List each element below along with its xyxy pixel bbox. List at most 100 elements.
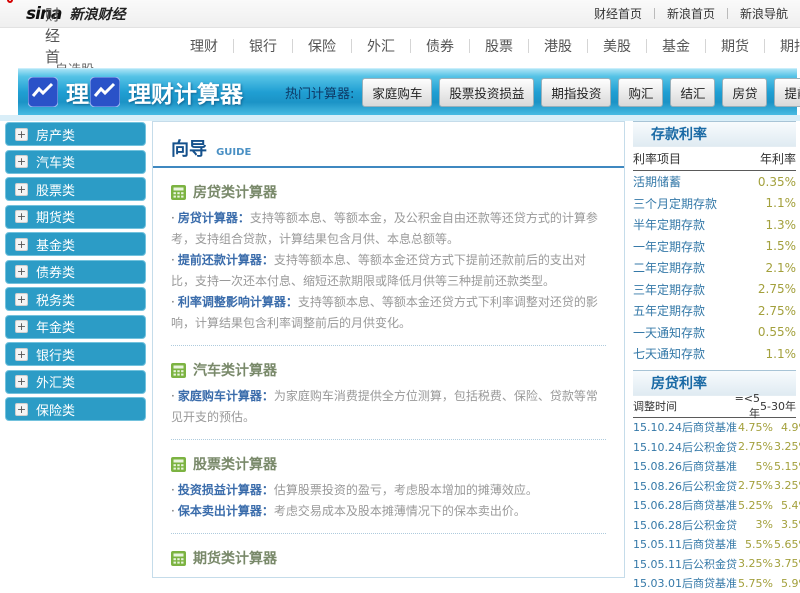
expand-plus-icon[interactable]: +: [15, 210, 28, 223]
loan-rate-long-value: 5.9%: [773, 577, 800, 590]
deposit-rate-label[interactable]: 三年定期存款: [633, 281, 744, 298]
sidebar-item-5[interactable]: +债券类: [5, 260, 146, 284]
section-header: 房贷类计算器: [171, 182, 606, 202]
expand-plus-icon[interactable]: +: [15, 183, 28, 196]
section-header: 汽车类计算器: [171, 360, 606, 380]
nav-item-0[interactable]: 理财: [175, 36, 233, 56]
nav-item-9[interactable]: 期货: [706, 36, 764, 56]
calculator-link[interactable]: 保本卖出计算器：: [178, 504, 274, 518]
top-link-1[interactable]: 新浪首页: [667, 5, 715, 22]
deposit-rates-module: 存款利率 利率项目 年利率 活期储蓄0.35%三个月定期存款1.1%半年定期存款…: [633, 121, 796, 365]
sidebar-item-label: 期货类: [36, 207, 75, 226]
sidebar-item-label: 税务类: [36, 290, 75, 309]
expand-plus-icon[interactable]: +: [15, 265, 28, 278]
sidebar-item-2[interactable]: +股票类: [5, 177, 146, 201]
bullet-icon: ·: [171, 211, 175, 225]
loan-rate-short-value: 4.75%: [737, 421, 773, 434]
expand-plus-icon[interactable]: +: [15, 320, 28, 333]
deposit-rate-label[interactable]: 二年定期存款: [633, 259, 744, 276]
sidebar-item-8[interactable]: +银行类: [5, 342, 146, 366]
loan-rate-row-5: 15.06.28后公积金贷3%3.5%: [633, 515, 796, 535]
expand-plus-icon[interactable]: +: [15, 293, 28, 306]
section-separator: [171, 439, 606, 440]
deposit-rate-label[interactable]: 一年定期存款: [633, 238, 744, 255]
deposit-rate-label[interactable]: 半年定期存款: [633, 216, 744, 233]
hot-calc-button-4[interactable]: 结汇: [670, 78, 715, 107]
loan-rate-row-4: 15.06.28后商贷基准5.25%5.4%: [633, 496, 796, 516]
nav-item-2[interactable]: 保险: [293, 36, 351, 56]
expand-plus-icon[interactable]: +: [15, 348, 28, 361]
guide-panel: 向导 GUIDE 房贷类计算器·房贷计算器：支持等额本息、等额本金，及公积金自由…: [152, 121, 625, 578]
loan-rate-row-1: 15.10.24后公积金贷2.75%3.25%: [633, 437, 796, 457]
hot-calculators-label: 热门计算器:: [285, 83, 354, 102]
loan-table-header: 调整时间 =<5年 5-30年: [633, 396, 796, 418]
calculator-description: 估算股票投资的盈亏，考虑股本增加的摊薄效应。: [274, 483, 538, 497]
expand-plus-icon[interactable]: +: [15, 155, 28, 168]
calculator-icon: [171, 363, 186, 378]
calculator-link[interactable]: 利率调整影响计算器：: [178, 295, 298, 309]
nav-item-3[interactable]: 外汇: [352, 36, 410, 56]
sidebar-item-6[interactable]: + 税务类: [5, 287, 146, 311]
nav-item-7[interactable]: 美股: [588, 36, 646, 56]
hot-calc-button-1[interactable]: 股票投资损益: [439, 78, 534, 107]
calculator-link[interactable]: 房贷计算器：: [178, 211, 250, 225]
top-link-0[interactable]: 财经首页: [594, 5, 642, 22]
expand-plus-icon[interactable]: +: [15, 238, 28, 251]
brand-name: 新浪财经: [70, 4, 126, 24]
rates-sidebar: 存款利率 利率项目 年利率 活期储蓄0.35%三个月定期存款1.1%半年定期存款…: [633, 121, 796, 593]
loan-rate-short-value: 5.5%: [737, 538, 773, 551]
loan-col-short: =<5年: [724, 392, 760, 421]
nav-item-8[interactable]: 基金: [647, 36, 705, 56]
sidebar-item-4[interactable]: +基金类: [5, 232, 146, 256]
calculator-link[interactable]: 家庭购车计算器：: [178, 389, 274, 403]
sidebar-item-7[interactable]: + 年金类: [5, 315, 146, 339]
main-nav: 财经首页 理财银行保险外汇债券股票港股美股基金期货期指行情中心: [0, 29, 800, 63]
hot-calc-button-5[interactable]: 房贷: [722, 78, 767, 107]
calculator-icon: [171, 185, 186, 200]
bullet-icon: ·: [171, 483, 175, 497]
sina-logo[interactable]: sina 新浪财经: [26, 4, 126, 24]
hot-calc-button-6[interactable]: 提前还款: [774, 78, 800, 107]
loan-rate-long-value: 5.65%: [773, 538, 800, 551]
loan-rates-header: 房贷利率: [633, 370, 796, 396]
deposit-rate-row-0: 活期储蓄0.35%: [633, 171, 796, 193]
guide-section-2: 股票类计算器·投资损益计算器：估算股票投资的盈亏，考虑股本增加的摊薄效应。·保本…: [171, 454, 606, 534]
sidebar-item-10[interactable]: +保险类: [5, 397, 146, 421]
calculator-link[interactable]: 提前还款计算器：: [178, 253, 274, 267]
nav-item-10[interactable]: 期指: [765, 36, 800, 56]
banner-logo-partial: 理财计算器: [28, 75, 90, 109]
deposit-col-rate: 年利率: [744, 150, 796, 167]
sidebar-item-1[interactable]: +汽车类: [5, 150, 146, 174]
deposit-rate-label[interactable]: 一天通知存款: [633, 324, 744, 341]
hot-calc-button-2[interactable]: 期指投资: [541, 78, 611, 107]
deposit-rate-label[interactable]: 三个月定期存款: [633, 195, 744, 212]
nav-item-1[interactable]: 银行: [234, 36, 292, 56]
hot-calc-button-0[interactable]: 家庭购车: [362, 78, 432, 107]
deposit-rate-value: 2.75%: [744, 282, 796, 296]
deposit-rate-label[interactable]: 活期储蓄: [633, 173, 744, 190]
sidebar-item-0[interactable]: +房产类: [5, 122, 146, 146]
top-link-2[interactable]: 新浪导航: [740, 5, 788, 22]
deposit-rate-label[interactable]: 五年定期存款: [633, 302, 744, 319]
nav-item-4[interactable]: 债券: [411, 36, 469, 56]
loan-rate-row-7: 15.05.11后公积金贷3.25%3.75%: [633, 554, 796, 574]
expand-plus-icon[interactable]: +: [15, 403, 28, 416]
loan-rate-label: 15.05.11后公积金贷: [633, 556, 737, 572]
guide-section-3: 期货类计算器·股指期货投资损益计算器：估算沪深300期指单个品种或品种组合在特定…: [171, 548, 606, 578]
expand-plus-icon[interactable]: +: [15, 128, 28, 141]
hot-calc-button-3[interactable]: 购汇: [618, 78, 663, 107]
loan-rate-long-value: 5.15%: [773, 460, 800, 473]
loan-rates-module: 房贷利率 调整时间 =<5年 5-30年 15.10.24后商贷基准4.75%4…: [633, 370, 796, 593]
deposit-rate-label[interactable]: 七天通知存款: [633, 345, 744, 362]
nav-item-5[interactable]: 股票: [470, 36, 528, 56]
expand-plus-icon[interactable]: +: [15, 375, 28, 388]
sidebar-item-3[interactable]: + 期货类: [5, 205, 146, 229]
sidebar-item-label: 外汇类: [36, 372, 75, 391]
nav-item-6[interactable]: 港股: [529, 36, 587, 56]
top-bar: sina 新浪财经 财经首页 新浪首页 新浪导航: [0, 0, 800, 28]
calculator-link[interactable]: 投资损益计算器：: [178, 483, 274, 497]
sidebar-item-label: 年金类: [36, 317, 75, 336]
deposit-rate-row-2: 半年定期存款1.3%: [633, 214, 796, 236]
sidebar-item-9[interactable]: + 外汇类: [5, 370, 146, 394]
calculator-entry-0-1: ·提前还款计算器：支持等额本息、等额本金还贷方式下提前还款前后的支出对比，支持一…: [171, 250, 606, 292]
